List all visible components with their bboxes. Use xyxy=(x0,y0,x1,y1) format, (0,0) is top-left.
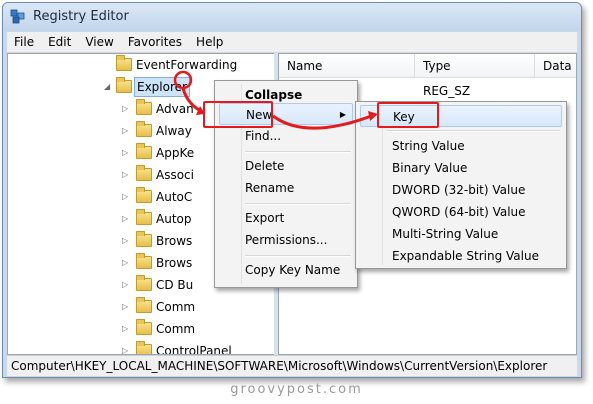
expand-arrow-icon[interactable]: ▷ xyxy=(122,120,132,142)
expand-arrow-icon[interactable]: ▷ xyxy=(122,252,132,274)
folder-icon xyxy=(136,187,152,203)
menu-file[interactable]: File xyxy=(7,32,41,52)
menu-help[interactable]: Help xyxy=(189,32,230,52)
window-title: Registry Editor xyxy=(33,9,129,24)
folder-icon xyxy=(136,275,152,291)
highlight-box-key xyxy=(377,102,439,128)
expand-arrow-icon[interactable]: ▷ xyxy=(122,230,132,252)
expand-arrow-icon[interactable]: ▷ xyxy=(122,318,132,340)
menu-item-export[interactable]: Export xyxy=(219,207,353,229)
folder-icon xyxy=(116,55,132,71)
submenu-item-multi-string-value[interactable]: Multi-String Value xyxy=(360,223,562,245)
folder-icon xyxy=(136,99,152,115)
status-bar-path: Computer\HKEY_LOCAL_MACHINE\SOFTWARE\Mic… xyxy=(7,355,577,376)
collapse-arrow-icon[interactable]: ◢ xyxy=(104,76,114,98)
menu-item-rename[interactable]: Rename xyxy=(219,177,353,199)
submenu-item-binary-value[interactable]: Binary Value xyxy=(360,157,562,179)
folder-icon xyxy=(136,165,152,181)
menu-separator xyxy=(386,130,560,132)
expand-arrow-icon[interactable]: ▷ xyxy=(122,274,132,296)
folder-icon xyxy=(136,121,152,137)
expand-arrow-icon[interactable]: ▷ xyxy=(122,98,132,120)
title-bar[interactable]: Registry Editor xyxy=(3,3,581,31)
column-header-type[interactable]: Type xyxy=(415,54,535,78)
submenu-item-qword-value[interactable]: QWORD (64-bit) Value xyxy=(360,201,562,223)
folder-icon xyxy=(136,143,152,159)
folder-open-icon xyxy=(116,77,132,93)
menu-item-copy-key-name[interactable]: Copy Key Name xyxy=(219,259,353,281)
expand-arrow-icon[interactable]: ▷ xyxy=(122,340,132,354)
registry-editor-icon xyxy=(10,9,25,24)
expand-arrow-icon[interactable]: ▷ xyxy=(122,186,132,208)
menu-separator xyxy=(245,151,351,153)
value-type-cell: REG_SZ xyxy=(423,84,471,98)
folder-icon xyxy=(136,253,152,269)
expand-arrow-icon[interactable]: ▷ xyxy=(122,208,132,230)
menu-item-permissions[interactable]: Permissions... xyxy=(219,229,353,251)
menu-favorites[interactable]: Favorites xyxy=(121,32,189,52)
column-header-data[interactable]: Data xyxy=(535,54,576,78)
menu-bar: File Edit View Favorites Help xyxy=(7,32,577,53)
submenu-item-dword-value[interactable]: DWORD (32-bit) Value xyxy=(360,179,562,201)
column-header-name[interactable]: Name xyxy=(279,54,415,78)
submenu-item-expandable-string-value[interactable]: Expandable String Value xyxy=(360,245,562,267)
submenu-item-string-value[interactable]: String Value xyxy=(360,135,562,157)
menu-item-find[interactable]: Find... xyxy=(219,125,353,147)
folder-icon xyxy=(136,231,152,247)
expand-arrow-icon[interactable]: ▷ xyxy=(122,164,132,186)
expand-arrow-icon[interactable]: ▷ xyxy=(122,296,132,318)
highlight-box-new xyxy=(203,101,273,128)
menu-view[interactable]: View xyxy=(78,32,120,52)
folder-icon xyxy=(136,341,152,354)
menu-item-delete[interactable]: Delete xyxy=(219,155,353,177)
folder-icon xyxy=(136,297,152,313)
folder-icon xyxy=(136,319,152,335)
submenu-arrow-icon: ▶ xyxy=(339,110,346,119)
watermark: groovypost.com xyxy=(230,382,363,397)
menu-separator xyxy=(245,203,351,205)
menu-separator xyxy=(245,255,351,257)
menu-edit[interactable]: Edit xyxy=(41,32,78,52)
expand-arrow-icon[interactable]: ▷ xyxy=(122,142,132,164)
folder-icon xyxy=(136,209,152,225)
